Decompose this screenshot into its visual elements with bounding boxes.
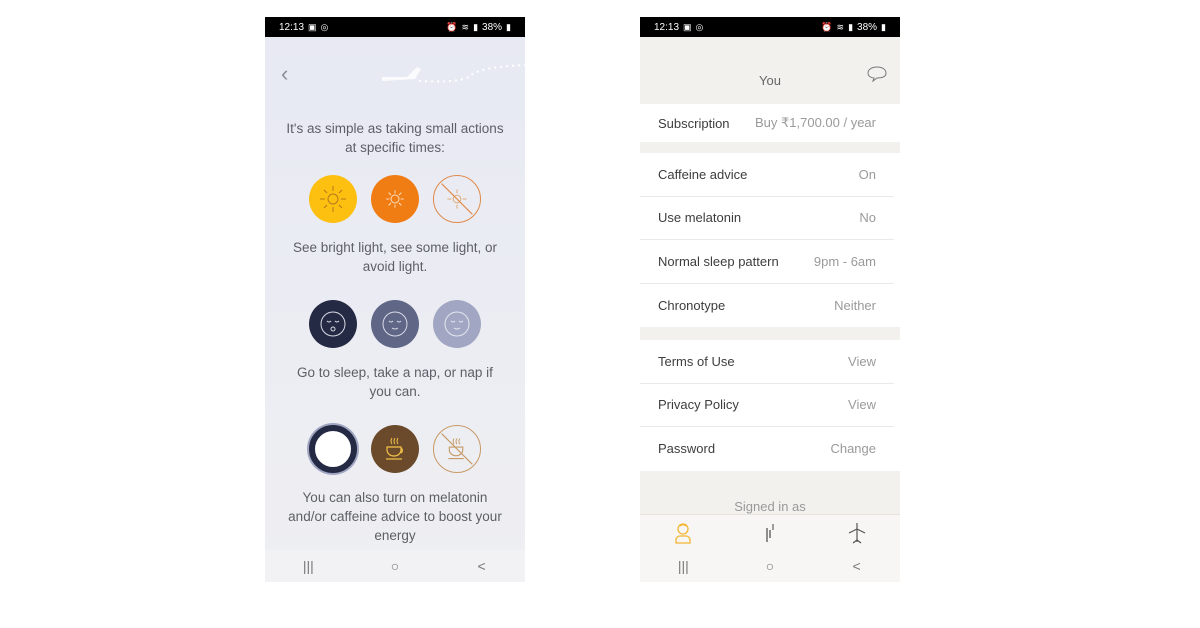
subscription-value: Buy ₹1,700.00 / year xyxy=(754,115,876,130)
airplane-icon xyxy=(848,522,865,543)
subscription-label: Subscription xyxy=(658,115,730,131)
profile-screen: 12:13 ▣ ◎ ⏰ ≋ ▮ 38% ▮ You Subscription B… xyxy=(640,17,900,582)
battery-icon: ▮ xyxy=(506,21,511,32)
whatsapp-icon: ◎ xyxy=(320,21,329,32)
light-caption: See bright light, see some light, or avo… xyxy=(292,240,498,274)
clock: 12:13 xyxy=(279,21,305,33)
melatonin-icon xyxy=(309,425,357,473)
supplement-icons-row xyxy=(265,425,525,473)
intro-text: It's as simple as taking small actions a… xyxy=(286,121,504,155)
row-label: Use melatonin xyxy=(658,210,742,226)
onboarding-screen: 12:13 ▣ ◎ ⏰ ≋ ▮ 38% ▮ ‹ It's as simple a… xyxy=(265,17,525,582)
home-button[interactable]: ○ xyxy=(375,558,415,574)
system-nav-bar: ||| ○ < xyxy=(640,550,900,582)
sleep-pattern-row[interactable]: Normal sleep pattern 9pm - 6am xyxy=(640,240,894,284)
system-back-button[interactable]: < xyxy=(462,558,502,574)
row-label: Password xyxy=(658,441,716,457)
header: You xyxy=(640,37,900,104)
person-icon xyxy=(675,522,691,544)
nap-icon xyxy=(371,300,419,348)
battery-icon: ▮ xyxy=(881,21,886,32)
supplement-caption: You can also turn on melatonin and/or ca… xyxy=(288,490,502,543)
home-button[interactable]: ○ xyxy=(750,558,790,574)
page-title: You xyxy=(759,73,781,88)
tab-plan[interactable] xyxy=(750,522,790,544)
avoid-caffeine-icon xyxy=(433,425,481,473)
row-label: Privacy Policy xyxy=(658,397,739,413)
recents-button[interactable]: ||| xyxy=(663,558,703,574)
chronotype-row[interactable]: Chronotype Neither xyxy=(640,284,894,328)
alarm-icon: ⏰ xyxy=(821,21,833,32)
clock: 12:13 xyxy=(654,21,680,33)
whatsapp-icon: ◎ xyxy=(695,21,704,32)
plane-trail-illustration xyxy=(382,64,525,83)
row-label: Caffeine advice xyxy=(658,166,748,182)
status-bar: 12:13 ▣ ◎ ⏰ ≋ ▮ 38% ▮ xyxy=(265,17,525,37)
password-row[interactable]: Password Change xyxy=(640,427,894,471)
row-value: View xyxy=(848,353,876,369)
row-value: 9pm - 6am xyxy=(813,253,876,269)
status-bar: 12:13 ▣ ◎ ⏰ ≋ ▮ 38% ▮ xyxy=(640,17,900,37)
signal-icon: ▮ xyxy=(473,21,479,32)
tab-you[interactable] xyxy=(663,522,703,544)
recents-button[interactable]: ||| xyxy=(288,558,328,574)
battery-level: 38% xyxy=(857,21,878,33)
row-value: Neither xyxy=(834,297,876,313)
signal-icon: ▮ xyxy=(848,21,854,32)
caffeine-icon xyxy=(371,425,419,473)
row-label: Normal sleep pattern xyxy=(658,253,779,269)
back-button[interactable]: ‹ xyxy=(281,61,288,87)
account-group: Terms of Use View Privacy Policy View Pa… xyxy=(640,340,900,471)
plan-bars-icon xyxy=(766,523,774,542)
subscription-row[interactable]: Subscription Buy ₹1,700.00 / year xyxy=(640,104,894,142)
system-nav-bar: ||| ○ < xyxy=(265,550,525,582)
row-value: View xyxy=(848,397,876,413)
caffeine-advice-row[interactable]: Caffeine advice On xyxy=(640,153,894,197)
wifi-icon: ≋ xyxy=(836,21,845,32)
sleep-icon xyxy=(309,300,357,348)
sleep-caption: Go to sleep, take a nap, or nap if you c… xyxy=(297,365,493,399)
row-value: On xyxy=(858,166,876,182)
avoid-light-icon xyxy=(433,175,481,223)
light-icons-row xyxy=(265,175,525,223)
row-label: Chronotype xyxy=(658,297,726,313)
chat-bubble-icon[interactable] xyxy=(866,65,888,83)
settings-group: Caffeine advice On Use melatonin No Norm… xyxy=(640,153,900,327)
subscription-group: Subscription Buy ₹1,700.00 / year xyxy=(640,104,900,142)
sleep-icons-row xyxy=(265,300,525,348)
signed-in-text: Signed in as xyxy=(734,499,806,514)
bright-light-icon xyxy=(309,175,357,223)
row-label: Terms of Use xyxy=(658,353,735,369)
alarm-icon: ⏰ xyxy=(446,21,458,32)
gallery-icon: ▣ xyxy=(683,21,692,32)
row-value: No xyxy=(859,210,876,226)
system-back-button[interactable]: < xyxy=(837,558,877,574)
wifi-icon: ≋ xyxy=(461,21,470,32)
battery-level: 38% xyxy=(482,21,503,33)
some-light-icon xyxy=(371,175,419,223)
row-value: Change xyxy=(830,441,876,457)
nap-if-you-can-icon xyxy=(433,300,481,348)
tab-trips[interactable] xyxy=(837,522,877,544)
gallery-icon: ▣ xyxy=(308,21,317,32)
use-melatonin-row[interactable]: Use melatonin No xyxy=(640,197,894,240)
privacy-policy-row[interactable]: Privacy Policy View xyxy=(640,384,894,427)
terms-of-use-row[interactable]: Terms of Use View xyxy=(640,340,894,384)
bottom-tab-bar xyxy=(640,514,900,550)
